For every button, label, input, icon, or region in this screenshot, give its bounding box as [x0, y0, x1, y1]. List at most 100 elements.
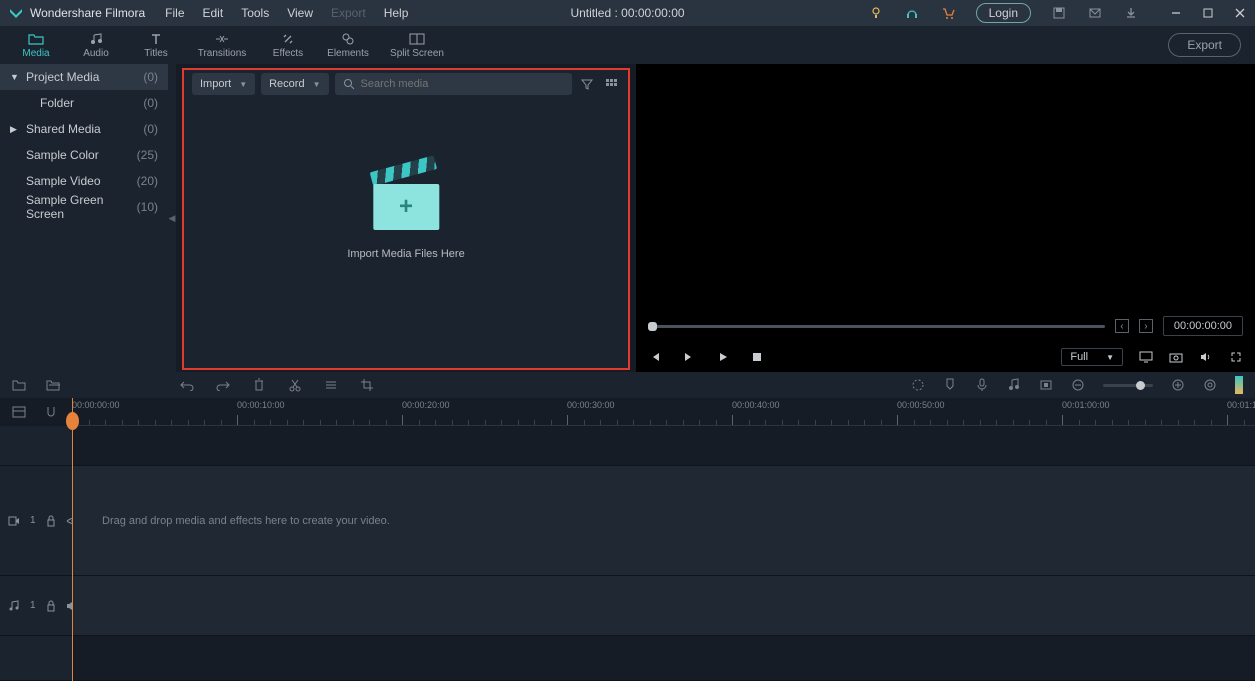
video-track-icon	[8, 516, 20, 526]
preview-quality-dropdown[interactable]: Full▼	[1061, 348, 1123, 366]
sidebar-item-sample-color[interactable]: Sample Color (25)	[0, 142, 168, 168]
volume-icon[interactable]	[1199, 350, 1213, 364]
music-icon	[88, 32, 104, 46]
sidebar-item-sample-video[interactable]: Sample Video (20)	[0, 168, 168, 194]
search-input[interactable]	[361, 78, 565, 90]
delete-icon[interactable]	[252, 378, 266, 392]
menu-export[interactable]: Export	[331, 6, 366, 20]
tips-icon[interactable]	[868, 5, 884, 21]
keyframe-icon[interactable]	[1039, 378, 1053, 392]
import-drop-zone[interactable]: + Import Media Files Here	[347, 170, 464, 260]
ruler-label: 00:00:30:00	[567, 400, 615, 410]
tab-split-screen[interactable]: Split Screen	[378, 26, 456, 64]
audio-mix-icon[interactable]	[1007, 378, 1021, 392]
save-icon[interactable]	[1051, 5, 1067, 21]
lock-icon[interactable]	[46, 515, 56, 527]
open-folder-icon[interactable]	[46, 378, 60, 392]
tab-media[interactable]: Media	[6, 26, 66, 64]
cart-icon[interactable]	[940, 5, 956, 21]
step-forward-button[interactable]	[682, 350, 696, 364]
caret-down-icon: ▼	[10, 72, 20, 82]
sidebar-item-project-media[interactable]: ▼ Project Media (0)	[0, 64, 168, 90]
ruler-label: 00:00:10:00	[237, 400, 285, 410]
audio-track[interactable]: 1	[0, 576, 1255, 636]
new-folder-icon[interactable]	[12, 378, 26, 392]
snap-icon[interactable]	[44, 405, 58, 419]
fit-icon[interactable]	[1203, 378, 1217, 392]
sidebar-item-shared-media[interactable]: ▶ Shared Media (0)	[0, 116, 168, 142]
cut-icon[interactable]	[288, 378, 302, 392]
headphones-icon[interactable]	[904, 5, 920, 21]
redo-icon[interactable]	[216, 378, 230, 392]
snapshot-icon[interactable]	[1169, 350, 1183, 364]
ruler-label: 00:00:40:00	[732, 400, 780, 410]
download-icon[interactable]	[1123, 5, 1139, 21]
sidebar-item-label: Sample Color	[26, 148, 137, 162]
ruler-label: 00:01:00:00	[1062, 400, 1110, 410]
voiceover-icon[interactable]	[975, 378, 989, 392]
adjust-icon[interactable]	[324, 378, 338, 392]
timeline-ruler[interactable]: 00:00:00:0000:00:10:0000:00:20:0000:00:3…	[72, 398, 1255, 426]
lock-icon[interactable]	[46, 600, 56, 612]
timeline-view-icon[interactable]	[12, 405, 26, 419]
play-button[interactable]	[716, 350, 730, 364]
menu-view[interactable]: View	[287, 6, 313, 20]
crop-icon[interactable]	[360, 378, 374, 392]
step-back-button[interactable]	[648, 350, 662, 364]
zoom-in-icon[interactable]	[1171, 378, 1185, 392]
menu-edit[interactable]: Edit	[203, 6, 224, 20]
menu-tools[interactable]: Tools	[241, 6, 269, 20]
meter-icon[interactable]	[1235, 376, 1243, 394]
import-dropdown[interactable]: Import ▼	[192, 73, 255, 95]
splitter-handle[interactable]: ◀	[168, 64, 176, 372]
mail-icon[interactable]	[1087, 5, 1103, 21]
menu-file[interactable]: File	[165, 6, 184, 20]
tab-audio[interactable]: Audio	[66, 26, 126, 64]
zoom-out-icon[interactable]	[1071, 378, 1085, 392]
caret-right-icon: ▶	[10, 124, 20, 135]
preview-timecode: 00:00:00:00	[1163, 316, 1243, 336]
tab-effects[interactable]: Effects	[258, 26, 318, 64]
text-icon	[148, 32, 164, 46]
import-label: Import	[200, 78, 231, 90]
app-logo-icon	[8, 5, 24, 21]
close-button[interactable]	[1233, 6, 1247, 20]
marker-icon[interactable]	[943, 378, 957, 392]
item-count: (10)	[137, 200, 158, 214]
login-button[interactable]: Login	[976, 3, 1031, 23]
monitor-icon[interactable]	[1139, 350, 1153, 364]
stop-button[interactable]	[750, 350, 764, 364]
sidebar-item-sample-green[interactable]: Sample Green Screen (10)	[0, 194, 168, 220]
tab-titles[interactable]: Titles	[126, 26, 186, 64]
item-count: (0)	[143, 96, 158, 110]
record-dropdown[interactable]: Record ▼	[261, 73, 328, 95]
sidebar-item-folder[interactable]: Folder (0)	[0, 90, 168, 116]
bottom-toolbar	[0, 372, 1255, 398]
minimize-button[interactable]	[1169, 6, 1183, 20]
folder-icon	[28, 32, 44, 46]
playhead[interactable]	[72, 398, 73, 681]
grid-view-icon[interactable]	[602, 75, 620, 93]
titlebar: Wondershare Filmora File Edit Tools View…	[0, 0, 1255, 26]
render-icon[interactable]	[911, 378, 925, 392]
maximize-button[interactable]	[1201, 6, 1215, 20]
export-button[interactable]: Export	[1168, 33, 1241, 57]
next-frame-button[interactable]: ›	[1139, 319, 1153, 333]
search-box[interactable]	[335, 73, 573, 95]
undo-icon[interactable]	[180, 378, 194, 392]
chevron-left-icon: ◀	[169, 213, 176, 224]
ruler-label: 00:00:00:00	[72, 400, 120, 410]
fullscreen-icon[interactable]	[1229, 350, 1243, 364]
tab-transitions[interactable]: Transitions	[186, 26, 258, 64]
prev-frame-button[interactable]: ‹	[1115, 319, 1129, 333]
timeline: 00:00:00:0000:00:10:0000:00:20:0000:00:3…	[0, 398, 1255, 681]
video-track[interactable]: 1 Drag and drop media and effects here t…	[0, 466, 1255, 576]
sidebar: ▼ Project Media (0) Folder (0) ▶ Shared …	[0, 64, 168, 372]
preview-scrubber[interactable]	[648, 325, 1105, 328]
menu-help[interactable]: Help	[384, 6, 409, 20]
filter-icon[interactable]	[578, 75, 596, 93]
tab-elements[interactable]: Elements	[318, 26, 378, 64]
ruler-label: 00:01:10:00	[1227, 400, 1255, 410]
zoom-slider[interactable]	[1103, 384, 1153, 387]
item-count: (0)	[143, 70, 158, 84]
